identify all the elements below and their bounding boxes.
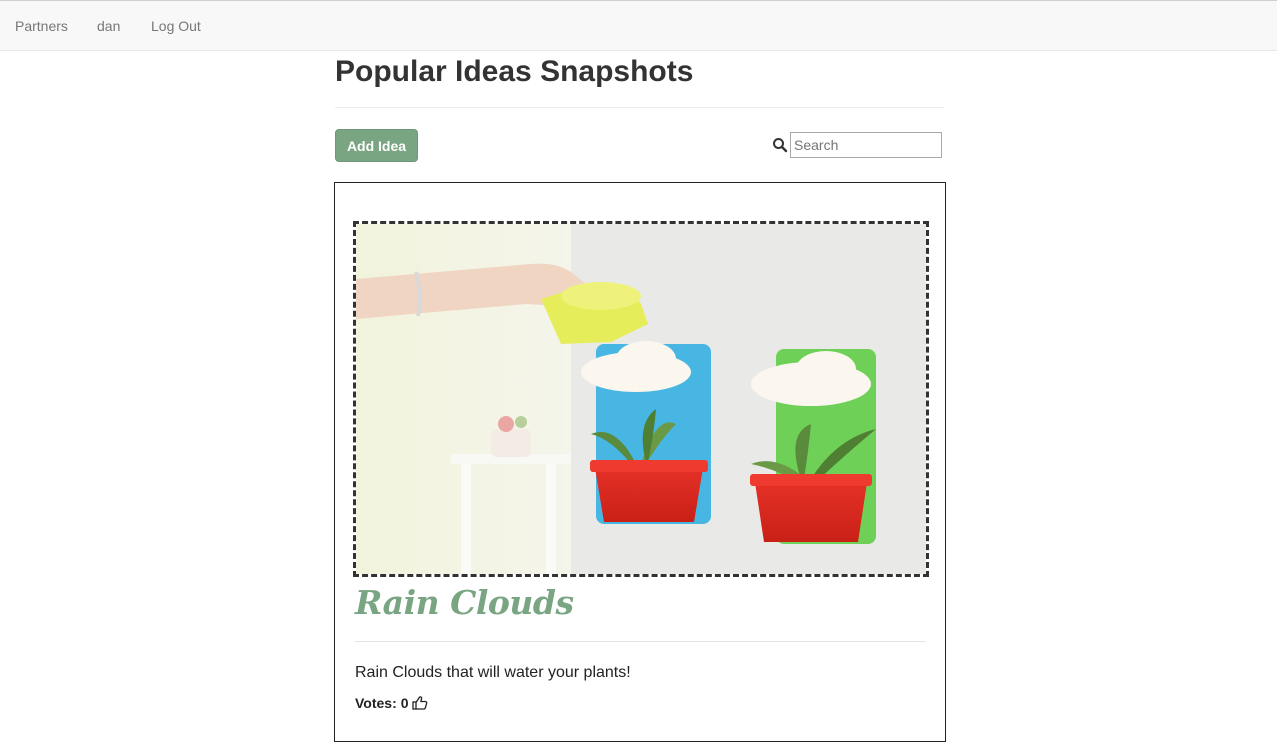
top-navbar: Partners dan Log Out <box>0 0 1277 51</box>
idea-title[interactable]: Rain Clouds <box>355 583 574 623</box>
idea-divider <box>355 641 926 642</box>
idea-description: Rain Clouds that will water your plants! <box>355 664 631 681</box>
title-divider <box>335 107 944 108</box>
nav-link-logout[interactable]: Log Out <box>151 18 201 34</box>
idea-image[interactable] <box>356 224 926 574</box>
idea-image-frame[interactable] <box>353 221 929 577</box>
nav-link-user[interactable]: dan <box>97 18 120 34</box>
add-idea-button[interactable]: Add Idea <box>335 129 418 162</box>
votes-label: Votes: <box>355 695 397 711</box>
search-icon <box>773 138 788 153</box>
idea-card: Rain Clouds Rain Clouds that will water … <box>334 182 946 742</box>
votes-row: Votes: 0 <box>355 695 428 711</box>
search-input[interactable] <box>790 132 942 158</box>
thumbs-up-icon[interactable] <box>411 695 428 711</box>
page-title: Popular Ideas Snapshots <box>335 55 694 88</box>
votes-count: 0 <box>400 695 409 711</box>
nav-link-partners[interactable]: Partners <box>15 18 68 34</box>
